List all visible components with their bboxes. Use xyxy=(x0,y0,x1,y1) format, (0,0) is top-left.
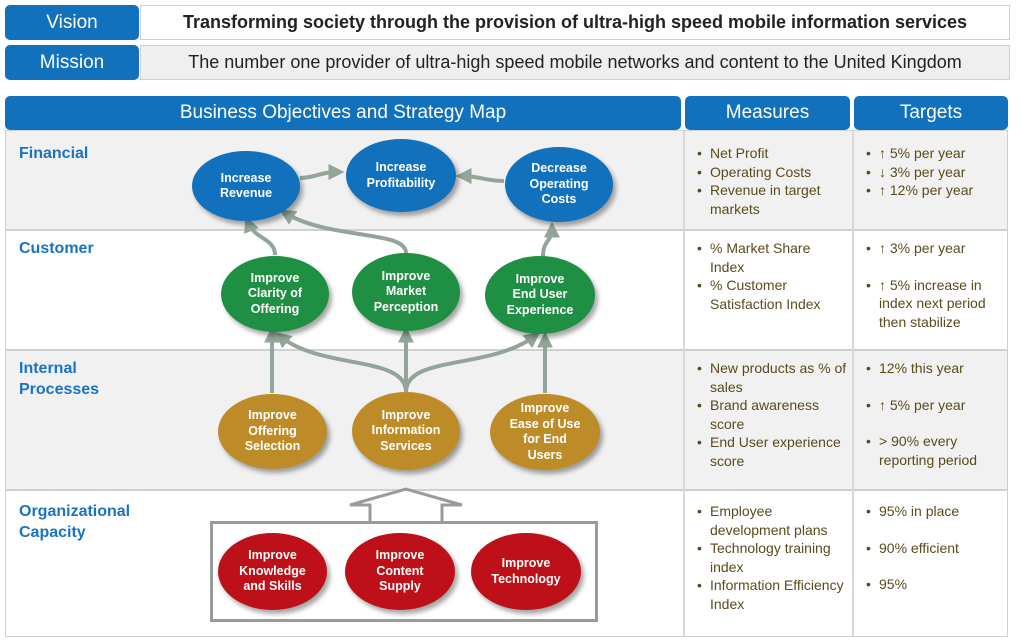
measures-header: Measures xyxy=(685,96,850,130)
row-label-customer: Customer xyxy=(19,240,94,257)
target-item: 90% efficient xyxy=(866,539,1006,558)
mission-statement: The number one provider of ultra-high sp… xyxy=(140,45,1010,80)
target-item: 95% in place xyxy=(866,502,1006,521)
node-improve-market-perception: Improve Market Perception xyxy=(352,253,460,331)
targets-customer: ↑ 3% per year ↑ 5% increase in index nex… xyxy=(866,239,1006,331)
vision-label: Vision xyxy=(5,5,139,40)
target-item: ↑ 12% per year xyxy=(866,181,1006,200)
node-improve-knowledge-skills: Improve Knowledge and Skills xyxy=(218,533,327,610)
row-label-financial: Financial xyxy=(19,145,89,162)
measures-customer: % Market Share Index % Customer Satisfac… xyxy=(697,239,847,313)
node-increase-revenue: Increase Revenue xyxy=(192,151,300,221)
measures-organizational-capacity: Employee development plans Technology tr… xyxy=(697,502,847,613)
node-improve-content-supply: Improve Content Supply xyxy=(345,533,455,610)
row-label-organizational-capacity: Organizational Capacity xyxy=(19,503,131,541)
measure-item: Information Efficiency Index xyxy=(697,576,847,613)
node-improve-technology: Improve Technology xyxy=(471,533,581,610)
node-improve-end-user-experience: Improve End User Experience xyxy=(485,256,595,334)
measures-internal-processes: New products as % of sales Brand awarene… xyxy=(697,359,847,470)
measure-item: % Market Share Index xyxy=(697,239,847,276)
target-item: ↑ 5% per year xyxy=(866,144,1006,163)
measure-item: Operating Costs xyxy=(697,163,842,182)
node-increase-profitability: Increase Profitability xyxy=(346,139,456,212)
target-item: ↓ 3% per year xyxy=(866,163,1006,182)
row-label-internal-processes: Internal Processes xyxy=(19,360,100,398)
node-improve-offering-selection: Improve Offering Selection xyxy=(218,394,327,469)
node-improve-ease-of-use: Improve Ease of Use for End Users xyxy=(490,394,600,470)
targets-header: Targets xyxy=(854,96,1008,130)
vision-statement: Transforming society through the provisi… xyxy=(140,5,1010,40)
target-item: ↑ 5% per year xyxy=(866,396,1006,415)
measure-item: Brand awareness score xyxy=(697,396,847,433)
strategy-map-header: Business Objectives and Strategy Map xyxy=(5,96,681,130)
target-item: 12% this year xyxy=(866,359,1006,378)
target-item: > 90% every reporting period xyxy=(866,432,1006,469)
measure-item: % Customer Satisfaction Index xyxy=(697,276,847,313)
measures-financial: Net Profit Operating Costs Revenue in ta… xyxy=(697,144,842,218)
targets-financial: ↑ 5% per year ↓ 3% per year ↑ 12% per ye… xyxy=(866,144,1006,200)
node-decrease-operating-costs: Decrease Operating Costs xyxy=(505,147,613,222)
column-divider xyxy=(683,130,685,637)
node-improve-clarity: Improve Clarity of Offering xyxy=(221,256,329,332)
target-item: ↑ 5% increase in index next period then … xyxy=(866,276,1006,332)
node-improve-information-services: Improve Information Services xyxy=(352,392,460,470)
measure-item: New products as % of sales xyxy=(697,359,847,396)
column-divider xyxy=(852,130,854,637)
measure-item: Net Profit xyxy=(697,144,842,163)
measure-item: End User experience score xyxy=(697,433,847,470)
mission-label: Mission xyxy=(5,45,139,80)
measure-item: Revenue in target markets xyxy=(697,181,842,218)
measure-item: Technology training index xyxy=(697,539,847,576)
target-item: ↑ 3% per year xyxy=(866,239,1006,258)
targets-internal-processes: 12% this year ↑ 5% per year > 90% every … xyxy=(866,359,1006,469)
targets-organizational-capacity: 95% in place 90% efficient 95% xyxy=(866,502,1006,594)
measure-item: Employee development plans xyxy=(697,502,847,539)
target-item: 95% xyxy=(866,575,1006,594)
